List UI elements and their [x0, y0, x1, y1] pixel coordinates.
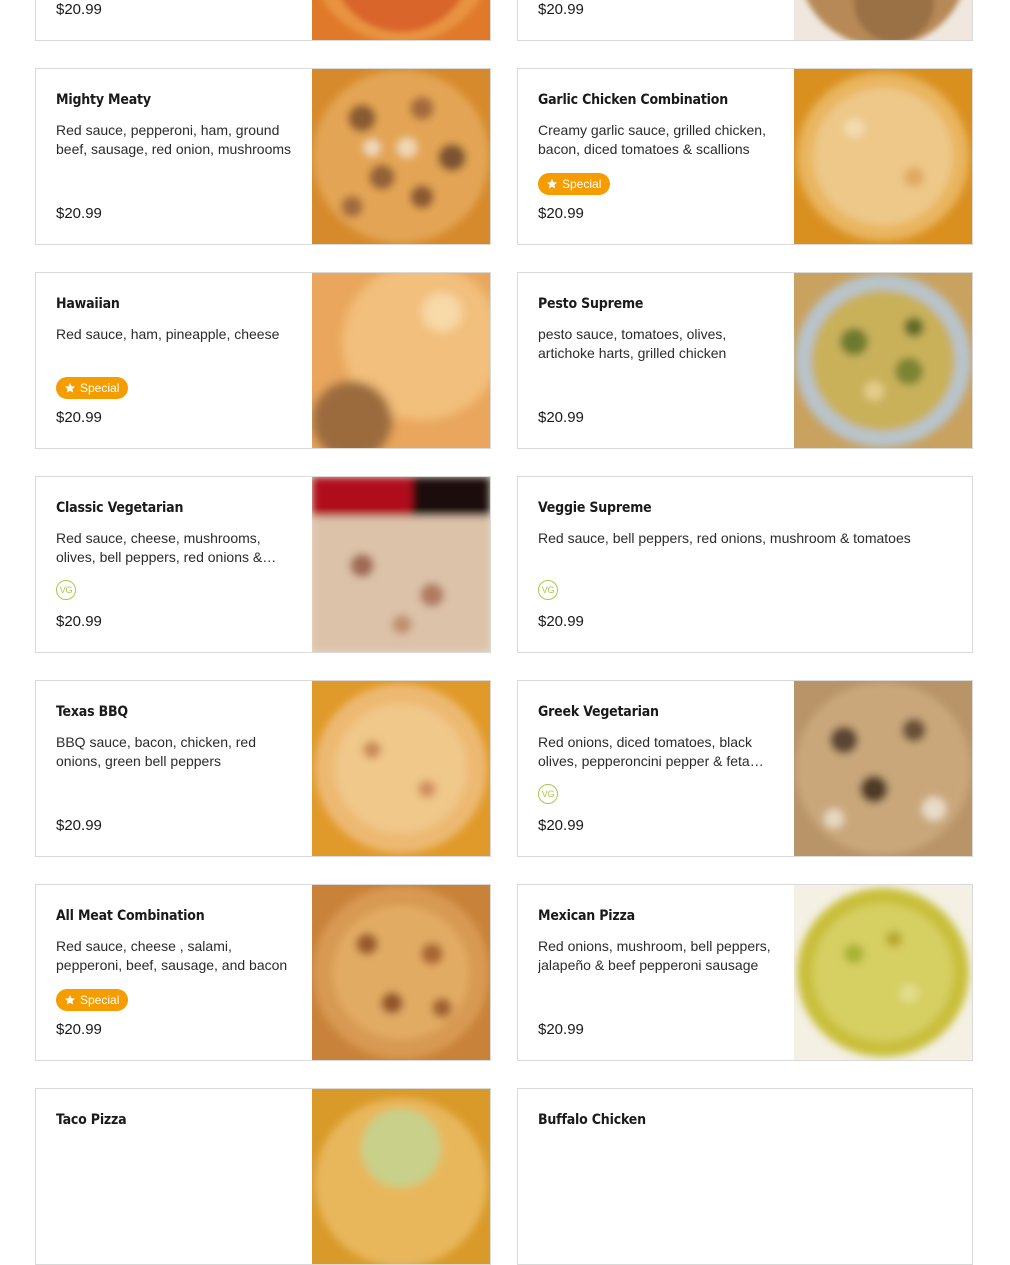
menu-item-price: $20.99 [56, 817, 102, 834]
menu-item-price: $20.99 [56, 1021, 102, 1038]
menu-item-description: pesto sauce, tomatoes, olives, artichoke… [538, 326, 727, 361]
pizza-photo [312, 0, 490, 40]
menu-item-price: $20.99 [538, 205, 584, 222]
menu-item-price: $20.99 [56, 409, 102, 426]
menu-item-buffalo-chicken[interactable]: Buffalo Chicken [517, 1088, 973, 1265]
pizza-photo [312, 69, 490, 244]
star-icon [65, 383, 75, 393]
pizza-photo [794, 885, 972, 1060]
menu-item-name: Taco Pizza [56, 1112, 127, 1128]
menu-item-name: Veggie Supreme [538, 500, 652, 516]
menu-item-name: Mighty Meaty [56, 92, 151, 108]
star-icon [65, 995, 75, 1005]
star-icon [547, 179, 557, 189]
menu-item-price: $20.99 [538, 1021, 584, 1038]
menu-item-card[interactable]: $20.99 [517, 0, 973, 41]
menu-item-name: Mexican Pizza [538, 908, 635, 924]
menu-item-mighty-meaty[interactable]: Mighty Meaty Red sauce, pepperoni, ham, … [35, 68, 491, 245]
menu-item-name: Garlic Chicken Combination [538, 92, 728, 108]
menu-item-veggie-supreme[interactable]: Veggie Supreme Red sauce, bell peppers, … [517, 476, 973, 653]
menu-item-price: $20.99 [538, 817, 584, 834]
special-badge: Special [538, 173, 611, 195]
menu-item-description: Red sauce, cheese, mushrooms, olives, be… [56, 530, 263, 565]
menu-item-price: $20.99 [538, 409, 584, 426]
pizza-photo [794, 69, 972, 244]
vegetarian-badge: VG [538, 580, 558, 600]
pizza-photo [312, 477, 490, 652]
menu-item-price: $20.99 [56, 613, 102, 630]
special-badge-label: Special [80, 993, 120, 1007]
special-badge-label: Special [562, 177, 602, 191]
pizza-photo [312, 681, 490, 856]
menu-item-description: Red sauce, cheese , salami, pepperoni, b… [56, 938, 288, 973]
menu-item-price: $20.99 [56, 1, 102, 18]
menu-item-greek-vegetarian[interactable]: Greek Vegetarian Red onions, diced tomat… [517, 680, 973, 857]
vegetarian-badge: VG [538, 784, 558, 804]
vegetarian-badge: VG [56, 580, 76, 600]
menu-item-description: Red onions, diced tomatoes, black olives… [538, 734, 753, 769]
menu-item-description: Red sauce, bell peppers, red onions, mus… [538, 530, 911, 546]
menu-item-name: Texas BBQ [56, 704, 128, 720]
menu-item-description: Creamy garlic sauce, grilled chicken, ba… [538, 122, 766, 157]
menu-item-name: Hawaiian [56, 296, 120, 312]
menu-item-classic-vegetarian[interactable]: Classic Vegetarian Red sauce, cheese, mu… [35, 476, 491, 653]
menu-item-garlic-chicken-combination[interactable]: Garlic Chicken Combination Creamy garlic… [517, 68, 973, 245]
menu-item-taco-pizza[interactable]: Taco Pizza [35, 1088, 491, 1265]
menu-item-name: All Meat Combination [56, 908, 205, 924]
pizza-photo [312, 885, 490, 1060]
menu-item-name: Classic Vegetarian [56, 500, 184, 516]
menu-item-price: $20.99 [56, 205, 102, 222]
menu-item-mexican-pizza[interactable]: Mexican Pizza Red onions, mushroom, bell… [517, 884, 973, 1061]
special-badge: Special [56, 989, 129, 1011]
menu-item-card[interactable]: $20.99 [35, 0, 491, 41]
menu-item-price: $20.99 [538, 1, 584, 18]
menu-item-description: BBQ sauce, bacon, chicken, red onions, g… [56, 734, 256, 769]
pizza-photo [794, 681, 972, 856]
special-badge-label: Special [80, 381, 120, 395]
pizza-photo [794, 273, 972, 448]
menu-item-all-meat-combination[interactable]: All Meat Combination Red sauce, cheese ,… [35, 884, 491, 1061]
menu-item-description: Red sauce, ham, pineapple, cheese [56, 326, 280, 342]
menu-item-hawaiian[interactable]: Hawaiian Red sauce, ham, pineapple, chee… [35, 272, 491, 449]
menu-item-description: Red sauce, pepperoni, ham, ground beef, … [56, 122, 292, 157]
menu-item-name: Greek Vegetarian [538, 704, 659, 720]
menu-item-price: $20.99 [538, 613, 584, 630]
special-badge: Special [56, 377, 129, 399]
pizza-photo [794, 0, 972, 40]
menu-item-pesto-supreme[interactable]: Pesto Supreme pesto sauce, tomatoes, oli… [517, 272, 973, 449]
pizza-photo [312, 1089, 490, 1264]
menu-item-texas-bbq[interactable]: Texas BBQ BBQ sauce, bacon, chicken, red… [35, 680, 491, 857]
menu-item-description: Red onions, mushroom, bell peppers, jala… [538, 938, 771, 973]
menu-item-name: Buffalo Chicken [538, 1112, 646, 1128]
pizza-photo [312, 273, 490, 448]
menu-item-name: Pesto Supreme [538, 296, 644, 312]
